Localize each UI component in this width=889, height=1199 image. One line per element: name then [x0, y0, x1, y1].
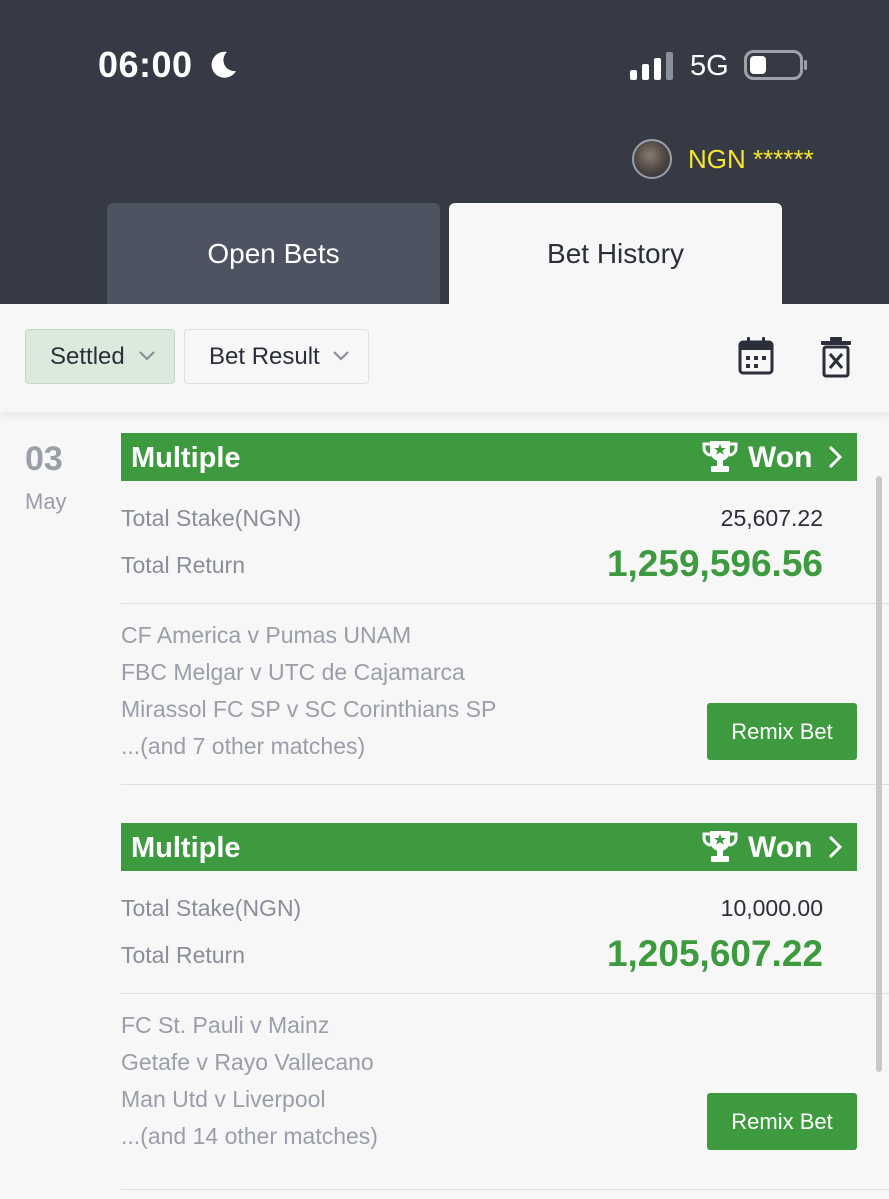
tab-bet-history[interactable]: Bet History — [449, 203, 782, 304]
account-balance[interactable]: NGN ****** — [632, 139, 814, 179]
match-item: Mirassol FC SP v SC Corinthians SP — [121, 696, 497, 722]
calendar-icon[interactable] — [738, 336, 774, 376]
bet-card-header[interactable]: Multiple Won — [121, 433, 857, 481]
chevron-right-icon — [828, 835, 843, 859]
divider — [121, 784, 889, 785]
settled-filter-dropdown[interactable]: Settled — [25, 329, 175, 384]
match-item: Man Utd v Liverpool — [121, 1086, 326, 1112]
bet-result-filter-label: Bet Result — [209, 342, 320, 370]
stake-value: 25,607.22 — [720, 505, 823, 531]
match-item: CF America v Pumas UNAM — [121, 622, 412, 648]
settled-filter-label: Settled — [50, 342, 125, 370]
tab-open-bets[interactable]: Open Bets — [107, 203, 440, 304]
network-type: 5G — [690, 50, 729, 82]
chevron-right-icon — [828, 445, 843, 469]
return-value: 1,205,607.22 — [606, 933, 823, 974]
trophy-icon — [702, 831, 738, 862]
bet-status: Won — [748, 441, 813, 474]
bet-card-header[interactable]: Multiple Won — [121, 823, 857, 871]
divider — [121, 1189, 889, 1190]
moon-icon — [211, 51, 236, 78]
battery-icon — [744, 50, 807, 80]
bet-status: Won — [748, 831, 813, 864]
more-matches: ...(and 14 other matches) — [121, 1123, 378, 1149]
bet-result-filter-dropdown[interactable]: Bet Result — [184, 329, 369, 384]
return-value: 1,259,596.56 — [606, 543, 823, 584]
match-item: FC St. Pauli v Mainz — [121, 1012, 330, 1038]
remix-bet-button[interactable]: Remix Bet — [707, 703, 857, 760]
remix-bet-button[interactable]: Remix Bet — [707, 1093, 857, 1150]
more-matches: ...(and 7 other matches) — [121, 733, 366, 759]
date-day: 03 — [25, 440, 63, 478]
trophy-icon — [702, 441, 738, 472]
stake-value: 10,000.00 — [720, 895, 823, 921]
return-label: Total Return — [121, 942, 246, 968]
date-month: May — [25, 489, 67, 514]
stake-label: Total Stake(NGN) — [121, 505, 302, 531]
chevron-down-icon — [139, 351, 155, 361]
bet-type: Multiple — [131, 832, 241, 864]
delete-icon[interactable] — [820, 336, 852, 378]
app-header: 06:00 5G NGN ****** Open Bets Bet Histor… — [0, 0, 889, 304]
tab-bet-history-label: Bet History — [547, 237, 684, 269]
balance-label: NGN ****** — [688, 143, 814, 174]
status-time: 06:00 — [98, 44, 193, 85]
scrollbar[interactable] — [876, 476, 882, 1072]
stake-label: Total Stake(NGN) — [121, 895, 302, 921]
divider — [121, 603, 889, 604]
divider — [121, 993, 889, 994]
match-item: FBC Melgar v UTC de Cajamarca — [121, 659, 465, 685]
match-item: Getafe v Rayo Vallecano — [121, 1049, 374, 1075]
avatar[interactable] — [632, 139, 672, 179]
signal-icon — [630, 52, 673, 80]
chevron-down-icon — [333, 351, 349, 361]
bet-type: Multiple — [131, 442, 241, 474]
return-label: Total Return — [121, 552, 246, 578]
tab-open-bets-label: Open Bets — [207, 237, 340, 269]
